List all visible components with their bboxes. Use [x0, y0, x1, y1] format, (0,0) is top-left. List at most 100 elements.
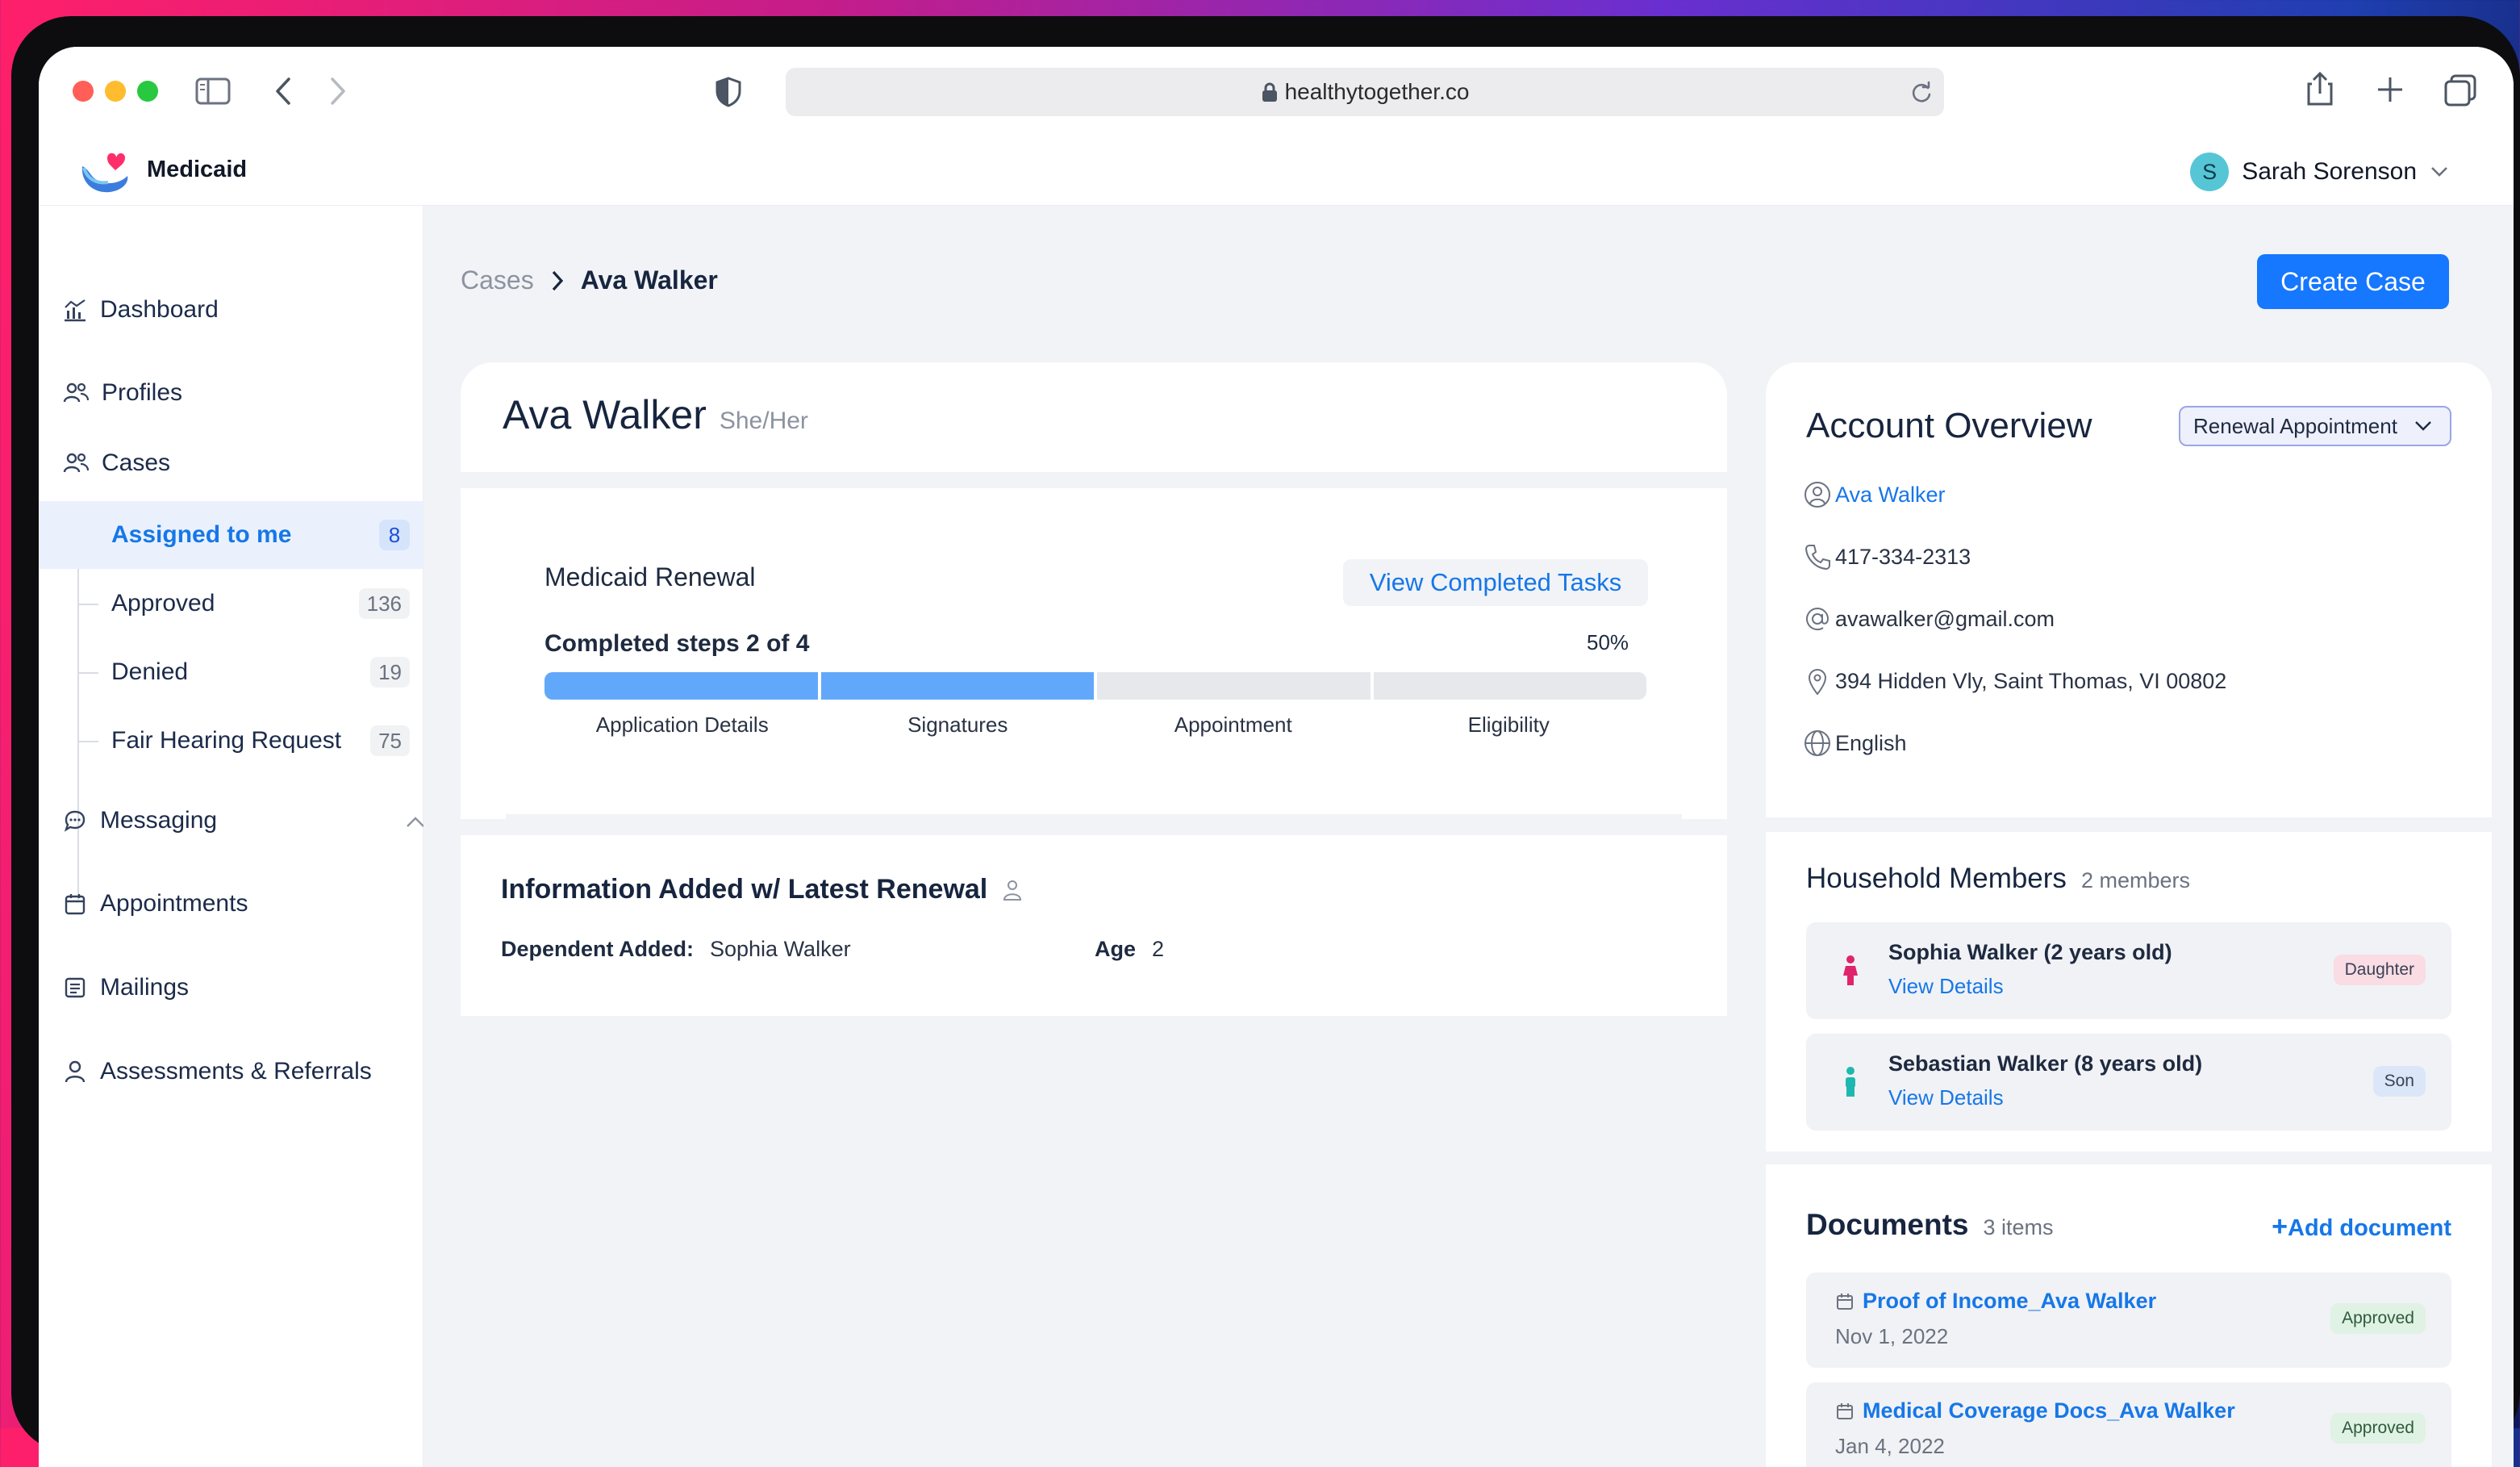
count-badge: 8 [379, 520, 410, 550]
overview-language-row: English [1803, 729, 1907, 758]
user-name: Sarah Sorenson [2242, 158, 2417, 185]
new-tab-icon[interactable] [2376, 76, 2404, 103]
overview-phone-row: 417-334-2313 [1803, 542, 1971, 571]
sidebar-subitem-fair-hearing[interactable]: Fair Hearing Request 75 [39, 707, 423, 775]
chevron-down-icon [2415, 421, 2431, 431]
view-completed-tasks-button[interactable]: View Completed Tasks [1343, 559, 1648, 606]
minimize-window-button[interactable] [105, 81, 126, 102]
step-labels: Application Details Signatures Appointment… [544, 713, 1646, 738]
add-document-label: Add document [2288, 1215, 2451, 1241]
dependent-field: Dependent Added: Sophia Walker [501, 937, 851, 962]
document-item[interactable]: Medical Coverage Docs_Ava Walker Jan 4, … [1806, 1382, 2451, 1467]
sidebar-item-appointments[interactable]: Appointments [63, 890, 248, 917]
browser-toolbar: healthytogether.co [39, 47, 2514, 136]
progress-segment [544, 672, 818, 700]
add-document-button[interactable]: +Add document [2272, 1211, 2451, 1243]
view-details-link[interactable]: View Details [1888, 1085, 2004, 1110]
sidebar-item-dashboard[interactable]: Dashboard [63, 296, 219, 324]
app-header: Medicaid S Sarah Sorenson [39, 136, 2514, 206]
sidebar-subitem-approved[interactable]: Approved 136 [39, 570, 423, 637]
member-name: Sebastian Walker (8 years old) [1888, 1051, 2203, 1076]
step-label: Appointment [1174, 713, 1292, 737]
relation-badge: Son [2372, 1066, 2426, 1097]
location-pin-icon [1808, 669, 1827, 696]
close-window-button[interactable] [73, 81, 94, 102]
document-name-text: Proof of Income_Ava Walker [1863, 1289, 2157, 1313]
subitem-label: Approved [111, 590, 215, 616]
sidebar-item-cases[interactable]: Cases [63, 449, 170, 477]
document-date: Jan 4, 2022 [1835, 1434, 1945, 1458]
sidebar-item-messaging[interactable]: Messaging [63, 807, 402, 834]
zoom-window-button[interactable] [137, 81, 158, 102]
dependent-label: Dependent Added: [501, 937, 694, 961]
create-case-button[interactable]: Create Case [2257, 254, 2449, 309]
chat-bubble-icon [64, 810, 86, 832]
users-icon [63, 382, 89, 403]
household-count: 2 members [2080, 868, 2190, 892]
browser-window: healthytogether.co Medicaid S Sarah Sore… [39, 47, 2514, 1467]
sidebar-label-messaging: Messaging [100, 807, 218, 834]
overview-email: avawalker@gmail.com [1835, 606, 2055, 631]
breadcrumb-cases-link[interactable]: Cases [461, 265, 534, 295]
view-details-link[interactable]: View Details [1888, 974, 2004, 999]
pronouns: She/Her [719, 408, 808, 434]
subitem-label: Fair Hearing Request [111, 727, 342, 754]
progress-percent: 50% [1587, 630, 1629, 654]
overview-phone: 417-334-2313 [1835, 544, 1971, 569]
user-menu[interactable]: S Sarah Sorenson [2190, 152, 2449, 192]
share-icon[interactable] [2305, 71, 2334, 107]
age-field: Age 2 [1095, 937, 1164, 962]
tabs-overview-icon[interactable] [2444, 74, 2476, 107]
chevron-right-icon [552, 270, 563, 290]
sidebar-item-assessments[interactable]: Assessments & Referrals [63, 1058, 372, 1085]
dropdown-value: Renewal Appointment [2193, 413, 2397, 438]
household-member: Sebastian Walker (8 years old) View Deta… [1806, 1034, 2451, 1131]
progress-bar [544, 672, 1646, 700]
step-label: Eligibility [1467, 713, 1550, 737]
sidebar-subitem-assigned[interactable]: Assigned to me 8 [39, 501, 423, 569]
lock-icon [1262, 82, 1277, 102]
reload-icon[interactable] [1910, 81, 1933, 105]
household-title: Household Members 2 members [1806, 863, 2190, 895]
app-brand: Medicaid [147, 157, 248, 182]
phone-icon [1804, 545, 1830, 570]
forward-arrow-icon[interactable] [329, 76, 348, 107]
user-circle-icon [1804, 482, 1830, 508]
at-sign-icon [1806, 608, 1830, 630]
progress-segment [1373, 672, 1646, 700]
sidebar: Dashboard Profiles Cases Assigned to me … [39, 206, 424, 1467]
plus-icon: + [2272, 1211, 2288, 1242]
household-card: Household Members 2 members Sophia Walke… [1766, 832, 2492, 1151]
main-content: Cases Ava Walker Create Case Ava Walker S… [423, 206, 2514, 1467]
document-date: Nov 1, 2022 [1835, 1324, 1949, 1348]
overview-name-row[interactable]: Ava Walker [1803, 480, 1946, 509]
step-label: Application Details [595, 713, 769, 737]
sidebar-item-profiles[interactable]: Profiles [63, 379, 182, 407]
status-badge: Approved [2330, 1303, 2426, 1334]
sidebar-toggle-icon[interactable] [195, 77, 231, 105]
calendar-icon [65, 894, 86, 915]
sidebar-subitem-denied[interactable]: Denied 19 [39, 638, 423, 706]
count-badge: 136 [358, 588, 410, 619]
steps-label: Completed steps 2 of 4 [544, 630, 810, 657]
progress-segment [820, 672, 1094, 700]
subitem-label: Assigned to me [111, 521, 292, 548]
sidebar-item-mailings[interactable]: Mailings [63, 974, 189, 1001]
shield-icon[interactable] [715, 76, 742, 108]
age-label: Age [1095, 937, 1137, 961]
count-badge: 75 [370, 725, 410, 756]
chart-icon [65, 299, 86, 322]
document-item[interactable]: Proof of Income_Ava Walker Nov 1, 2022 A… [1806, 1273, 2451, 1368]
back-arrow-icon[interactable] [273, 76, 292, 107]
mail-icon [65, 977, 86, 998]
document-name: Medical Coverage Docs_Ava Walker [1835, 1398, 2235, 1423]
male-person-icon [1846, 1067, 1855, 1097]
page-title: Ava Walker She/Her [503, 391, 808, 438]
subitem-label: Denied [111, 658, 189, 685]
renewal-appointment-dropdown[interactable]: Renewal Appointment [2179, 406, 2451, 446]
info-title: Information Added w/ Latest Renewal [501, 874, 1023, 905]
breadcrumb-current: Ava Walker [580, 265, 718, 295]
count-badge: 19 [370, 657, 410, 688]
address-bar[interactable]: healthytogether.co [786, 68, 1944, 116]
document-name: Proof of Income_Ava Walker [1835, 1289, 2156, 1314]
